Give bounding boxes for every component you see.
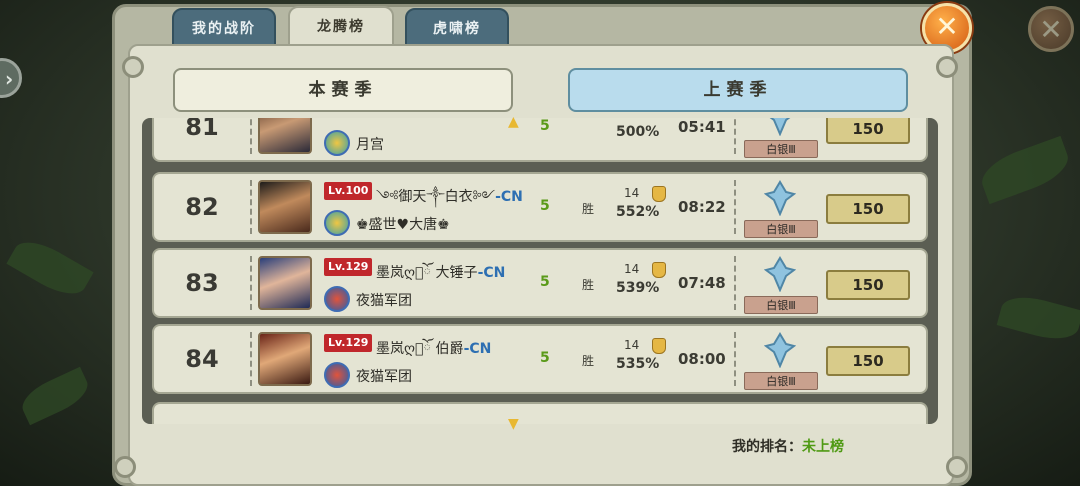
server-tag: -CN bbox=[495, 189, 523, 205]
level-badge: Lv.100 bbox=[324, 182, 373, 200]
streak-count: 14 bbox=[624, 262, 640, 276]
my-rank: 我的排名：未上榜 bbox=[732, 436, 844, 456]
time-value: 08:00 bbox=[678, 350, 726, 368]
divider bbox=[734, 256, 736, 310]
points-value: 150 bbox=[826, 194, 910, 224]
wins-label: 胜 bbox=[582, 278, 595, 292]
rank-number: 82 bbox=[185, 193, 219, 221]
guild-icon bbox=[324, 362, 350, 388]
streak-count: 14 bbox=[624, 338, 640, 352]
time-value: 08:22 bbox=[678, 198, 726, 216]
divider bbox=[734, 180, 736, 234]
ranking-row[interactable]: 82 Lv.100 ༺御天༒白衣༻-CN ♚盛世♥大唐♚ 5 胜 14 552%… bbox=[152, 172, 928, 242]
ranking-list[interactable]: 81 月宫 5 500% 05:41 白银Ⅲ 150 82 Lv.100 ༺御天… bbox=[142, 118, 938, 424]
tier-badge-icon bbox=[764, 332, 796, 368]
win-percent: 539% bbox=[616, 280, 660, 296]
level-badge: Lv.129 bbox=[324, 334, 373, 352]
my-rank-label: 我的排名： bbox=[732, 439, 802, 455]
tier-badge-icon bbox=[764, 180, 796, 216]
ranking-row[interactable] bbox=[152, 402, 928, 424]
scroll-down-icon[interactable]: ▼ bbox=[508, 416, 519, 432]
bg-leaf bbox=[16, 366, 94, 426]
current-season-button[interactable]: 本赛季 bbox=[173, 68, 513, 112]
win-percent: 552% bbox=[616, 204, 660, 220]
streak-count: 14 bbox=[624, 186, 640, 200]
tier-label: 白银Ⅲ bbox=[744, 140, 818, 158]
tier-label: 白银Ⅲ bbox=[744, 296, 818, 314]
shield-icon bbox=[652, 338, 666, 354]
tab-tiger-rank[interactable]: 虎啸榜 bbox=[405, 8, 509, 46]
close-icon: ✕ bbox=[1039, 13, 1063, 46]
guild-name: ♚盛世♥大唐♚ bbox=[356, 217, 450, 233]
avatar bbox=[258, 180, 312, 234]
corner-ornament bbox=[122, 56, 144, 78]
tier-badge-icon bbox=[769, 118, 791, 136]
previous-season-button[interactable]: 上赛季 bbox=[568, 68, 908, 112]
tab-my-rank[interactable]: 我的战阶 bbox=[172, 8, 276, 46]
win-percent: 535% bbox=[616, 356, 660, 372]
server-tag: -CN bbox=[463, 341, 492, 357]
wins-label: 胜 bbox=[582, 202, 595, 216]
bg-leaf bbox=[6, 232, 94, 304]
points-value: 150 bbox=[826, 346, 910, 376]
time-value: 05:41 bbox=[678, 118, 726, 136]
side-arrow-button[interactable]: › bbox=[0, 58, 22, 98]
rank-number: 83 bbox=[185, 269, 219, 297]
bg-leaf bbox=[996, 290, 1080, 346]
wins-count: 5 bbox=[540, 274, 550, 290]
guild-icon bbox=[324, 210, 350, 236]
ranking-row[interactable]: 83 Lv.129 墨岚ღ⃟ོ 大锤子-CN 夜猫军团 5 胜 14 539% … bbox=[152, 248, 928, 318]
divider bbox=[250, 332, 252, 386]
divider bbox=[250, 118, 252, 154]
divider bbox=[734, 118, 736, 154]
divider bbox=[734, 332, 736, 386]
shield-icon bbox=[652, 262, 666, 278]
close-background-button[interactable]: ✕ bbox=[1028, 6, 1074, 52]
guild-icon bbox=[324, 130, 350, 156]
guild-name: 夜猫军团 bbox=[356, 293, 412, 309]
avatar bbox=[258, 118, 312, 154]
corner-ornament bbox=[114, 456, 136, 478]
shield-icon bbox=[652, 186, 666, 202]
avatar bbox=[258, 332, 312, 386]
wins-label: 胜 bbox=[582, 354, 595, 368]
guild-icon bbox=[324, 286, 350, 312]
win-percent: 500% bbox=[616, 124, 660, 140]
corner-ornament bbox=[936, 56, 958, 78]
level-badge: Lv.129 bbox=[324, 258, 373, 276]
player-name-text: 墨岚ღ⃟ོ 伯爵 bbox=[376, 341, 464, 357]
my-rank-value: 未上榜 bbox=[802, 439, 844, 455]
tier-badge-icon bbox=[764, 256, 796, 292]
rank-number: 84 bbox=[185, 345, 219, 373]
tier-label: 白银Ⅲ bbox=[744, 372, 818, 390]
scroll-up-icon[interactable]: ▲ bbox=[508, 114, 519, 130]
wins-count: 5 bbox=[540, 350, 550, 366]
points-value: 150 bbox=[826, 270, 910, 300]
player-name-text: 墨岚ღ⃟ོ 大锤子 bbox=[376, 265, 478, 281]
ranking-row[interactable]: 81 月宫 5 500% 05:41 白银Ⅲ 150 bbox=[152, 118, 928, 162]
ranking-row[interactable]: 84 Lv.129 墨岚ღ⃟ོ 伯爵-CN 夜猫军团 5 胜 14 535% 0… bbox=[152, 324, 928, 394]
divider bbox=[250, 180, 252, 234]
divider bbox=[250, 256, 252, 310]
points-value: 150 bbox=[826, 118, 910, 144]
close-icon: ✕ bbox=[935, 10, 959, 43]
side-arrow-icon: › bbox=[5, 67, 14, 91]
player-name-text: ༺御天༒白衣༻ bbox=[376, 189, 496, 205]
tab-dragon-rank[interactable]: 龙腾榜 bbox=[288, 6, 394, 48]
wins-count: 5 bbox=[540, 198, 550, 214]
server-tag: -CN bbox=[477, 265, 506, 281]
corner-ornament bbox=[946, 456, 968, 478]
time-value: 07:48 bbox=[678, 274, 726, 292]
guild-name: 夜猫军团 bbox=[356, 369, 412, 385]
avatar bbox=[258, 256, 312, 310]
bg-leaf bbox=[975, 135, 1075, 205]
guild-name: 月宫 bbox=[356, 137, 384, 153]
wins-count: 5 bbox=[540, 118, 550, 134]
tier-label: 白银Ⅲ bbox=[744, 220, 818, 238]
rank-number: 81 bbox=[185, 118, 219, 141]
